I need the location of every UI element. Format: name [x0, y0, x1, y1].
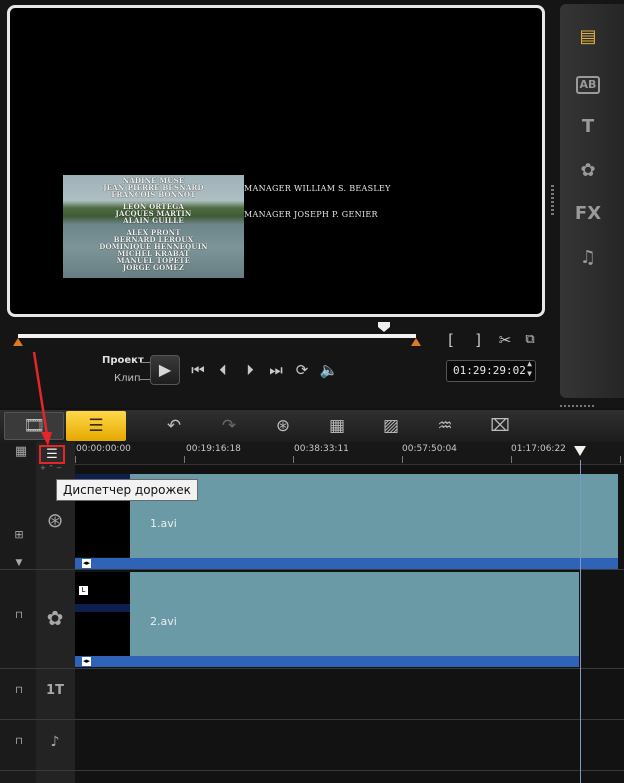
undo-icon[interactable]: ↶ [160, 410, 188, 442]
sound-mixer-icon[interactable]: ▦ [322, 410, 352, 442]
ruler-tick [293, 456, 294, 463]
ruler-tick [620, 456, 621, 463]
scrub-bar[interactable] [18, 334, 416, 338]
ruler-tick-label: 01:17:06:22 [511, 444, 566, 454]
timeline-toolbar: 🎞 ☰ ↶ ↷ ⊛ ▦ ▨ ♒ ⌧ [0, 410, 624, 442]
previous-frame-icon[interactable]: ⏴ [213, 360, 233, 380]
overlay-track-icon: ✿ [46, 606, 64, 630]
thumbnail-credit-line: FRANCOIS BONNOT [111, 190, 196, 199]
ruler-tick [402, 456, 403, 463]
clip-name: 1.avi [150, 517, 177, 530]
ruler-tick-label: 00:00:00:00 [76, 444, 131, 454]
resize-handle[interactable] [560, 405, 596, 407]
ruler-tick-label: 00:57:50:04 [402, 444, 457, 454]
end-icon[interactable]: ⏭ [266, 360, 286, 380]
auto-music-icon[interactable]: ▨ [376, 410, 406, 442]
mark-out-button[interactable]: ] [470, 330, 486, 350]
clip-2[interactable] [130, 572, 579, 657]
thumbnail-credit-line: JORGE GOMEZ [122, 263, 185, 272]
ruler-tick [184, 456, 185, 463]
playhead-line[interactable] [580, 460, 581, 783]
clip-1[interactable] [130, 474, 618, 559]
trim-end-marker[interactable] [411, 338, 421, 346]
thumbnail-credit-line: ALAIN GUILLE [123, 216, 184, 225]
timeline-ruler[interactable]: 00:00:00:00 00:19:16:18 00:38:33:11 00:5… [75, 442, 624, 465]
track-lock-icon[interactable]: ⊞ [8, 528, 30, 541]
mode-clip-label[interactable]: Клип [114, 373, 141, 384]
graphics-icon[interactable]: ✿ [560, 160, 616, 181]
filters-icon[interactable]: FX [560, 203, 616, 224]
clip-marker-icon: L [79, 586, 88, 595]
transitions-icon[interactable]: AB [560, 72, 616, 94]
track-lock-icon[interactable]: ⊓ [12, 736, 26, 747]
video-track-icon: ⊛ [46, 508, 64, 532]
ruler-tick [511, 456, 512, 463]
audio-icon[interactable]: ♫ [560, 247, 616, 268]
playhead-marker[interactable] [574, 446, 586, 456]
credit-line-2: MANAGER JOSEPH P. GENIER [244, 210, 378, 219]
title-track: 1T ⊓ [0, 669, 624, 720]
title-icon[interactable]: T [560, 116, 616, 137]
home-icon[interactable]: ⏮ [188, 360, 208, 380]
overlay-track: ✿ ⊓ L 2.avi ◂▸ [0, 570, 624, 669]
mode-connector [140, 362, 150, 363]
audio-volume-icon[interactable]: ◂▸ [82, 559, 91, 568]
motion-tracking-icon[interactable]: ♒ [430, 410, 460, 442]
track-lock-icon[interactable]: ⊓ [12, 610, 26, 621]
mode-project-label[interactable]: Проект [102, 355, 144, 366]
clip-thumbnail[interactable]: L [75, 572, 130, 657]
mode-connector [140, 379, 150, 380]
next-frame-icon[interactable]: ⏵ [240, 360, 260, 380]
library-panel: ▤ AB T ✿ FX ♫ [560, 4, 624, 398]
repeat-icon[interactable]: ⟳ [292, 360, 312, 380]
ruler-tick [75, 456, 76, 463]
resize-handle[interactable] [551, 185, 554, 215]
clip-audio-bar[interactable] [75, 558, 618, 569]
credit-line-1: MANAGER WILLIAM S. BEASLEY [244, 184, 391, 193]
track-lock-icon[interactable]: ⊓ [12, 685, 26, 696]
timeline-view-icon[interactable]: ☰ [66, 411, 126, 441]
clip-thumbnail-band [75, 604, 130, 612]
title-track-icon: 1T [46, 683, 64, 698]
timecode-value: 01:29:29:02 [453, 364, 526, 377]
audio-volume-icon[interactable]: ◂▸ [82, 657, 91, 666]
timecode-stepper-icon[interactable]: ▲ ▼ [527, 359, 532, 379]
volume-icon[interactable]: 🔈 [318, 360, 340, 380]
media-icon[interactable]: ▤ [560, 26, 616, 47]
clip-audio-bar[interactable] [75, 656, 579, 667]
overlay-thumbnail: NADINE MUSE JEAN-PIERRE BESNARD FRANCOIS B… [63, 175, 244, 278]
music-track-icon: ♪ [50, 734, 60, 750]
record-capture-icon[interactable]: ⊛ [268, 410, 298, 442]
ruler-tick-label: 00:38:33:11 [294, 444, 349, 454]
track-manager-sub-icon: + ⌃ − [40, 464, 63, 472]
play-button[interactable]: ▶ [150, 355, 180, 385]
track-manager-tooltip: Диспетчер дорожек [56, 479, 198, 501]
mark-in-button[interactable]: [ [443, 330, 459, 350]
ruler-tick-label: 00:19:16:18 [186, 444, 241, 454]
annotation-arrow [32, 351, 52, 446]
subtitle-editor-icon[interactable]: ⌧ [485, 410, 515, 442]
split-clip-icon[interactable]: ✂ [495, 330, 515, 350]
expand-arrow-icon[interactable]: ▼ [10, 558, 28, 568]
music-track: ♪ ⊓ [0, 720, 624, 771]
redo-icon[interactable]: ↷ [215, 410, 243, 442]
copy-icon[interactable]: ⧉ [520, 330, 540, 350]
clip-name: 2.avi [150, 615, 177, 628]
timecode-display[interactable]: 01:29:29:02 ▲ ▼ [446, 359, 536, 382]
